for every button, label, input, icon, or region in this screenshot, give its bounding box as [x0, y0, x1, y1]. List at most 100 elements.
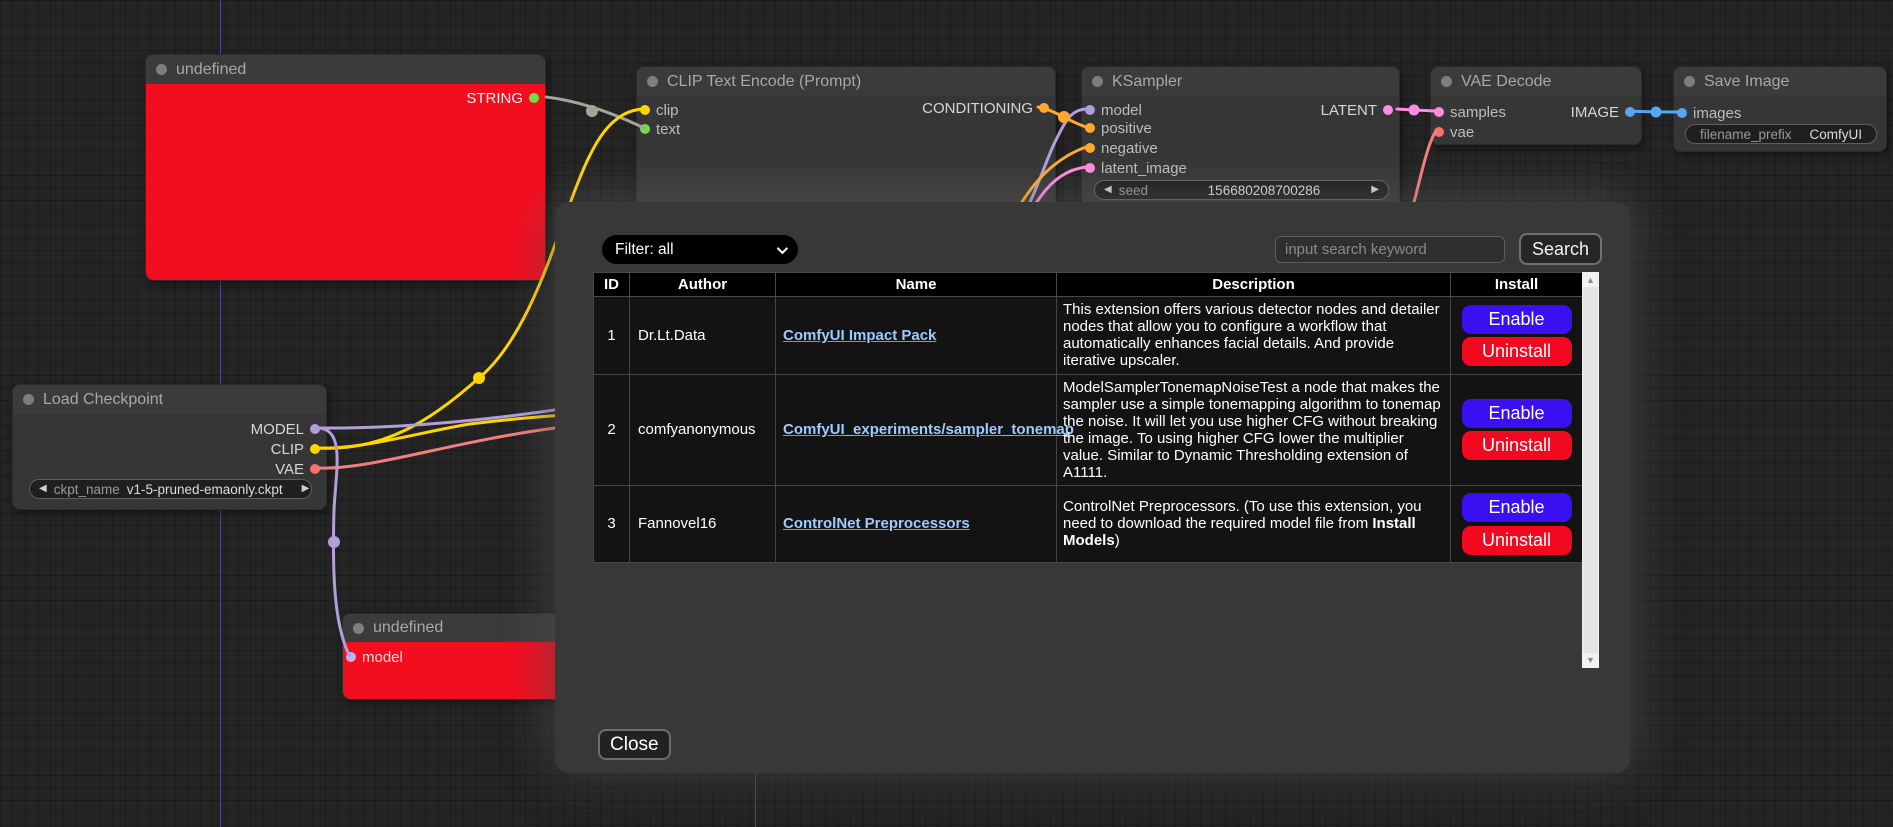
output-slot-label: VAE [275, 461, 304, 478]
ext-description: This extension offers various detector n… [1057, 297, 1451, 375]
table-header-row: ID Author Name Description Install [594, 273, 1583, 297]
reroute-dot [586, 105, 598, 117]
decrement-arrow-icon[interactable]: ◀ [1104, 185, 1112, 195]
input-slot-model[interactable] [346, 652, 356, 662]
col-header-author: Author [630, 273, 776, 297]
output-slot-label: IMAGE [1571, 104, 1619, 121]
output-slot-latent[interactable] [1383, 105, 1393, 115]
col-header-id: ID [594, 273, 630, 297]
node-save-image[interactable]: Save Image images filename_prefix ComfyU… [1673, 66, 1887, 152]
input-slot-images[interactable] [1677, 108, 1687, 118]
node-vae-decode[interactable]: VAE Decode samples vae IMAGE [1430, 66, 1642, 145]
extension-table: ID Author Name Description Install 1 Dr.… [593, 272, 1583, 563]
node-title-bar: VAE Decode [1431, 67, 1641, 96]
table-row: 2 comfyanonymous ComfyUI_experiments/sam… [594, 374, 1583, 485]
input-slot-samples[interactable] [1434, 107, 1444, 117]
enable-button[interactable]: Enable [1462, 493, 1572, 522]
uninstall-button[interactable]: Uninstall [1462, 526, 1572, 555]
scrollbar-thumb[interactable] [1583, 287, 1598, 653]
output-slot-string[interactable] [529, 93, 539, 103]
ext-author: Dr.Lt.Data [630, 297, 776, 375]
wire-string [546, 97, 644, 128]
ext-name-link[interactable]: ControlNet Preprocessors [783, 515, 970, 532]
col-header-name: Name [776, 273, 1057, 297]
output-slot-label: STRING [466, 90, 523, 107]
ext-id: 2 [594, 374, 630, 485]
collapse-dot-icon[interactable] [353, 623, 364, 634]
input-slot-model[interactable] [1085, 105, 1095, 115]
next-arrow-icon[interactable]: ▶ [302, 484, 310, 494]
seed-value: 156680208700286 [1208, 183, 1321, 198]
reroute-dot [1409, 105, 1420, 116]
uninstall-button[interactable]: Uninstall [1462, 431, 1572, 460]
output-slot-model[interactable] [310, 424, 320, 434]
node-title-bar: Load Checkpoint [13, 385, 326, 414]
table-row: 1 Dr.Lt.Data ComfyUI Impact Pack This ex… [594, 297, 1583, 375]
filename-prefix-widget[interactable]: filename_prefix ComfyUI [1685, 124, 1877, 144]
input-slot-text[interactable] [640, 124, 650, 134]
enable-button[interactable]: Enable [1462, 305, 1572, 334]
ext-name-link[interactable]: ComfyUI_experiments/sampler_tonemap [783, 421, 1074, 438]
output-slot-vae[interactable] [310, 464, 320, 474]
scroll-up-icon[interactable]: ▲ [1582, 273, 1599, 287]
ext-id: 1 [594, 297, 630, 375]
node-body-error: STRING [146, 84, 545, 280]
output-slot-label: CLIP [271, 441, 304, 458]
output-slot-image[interactable] [1625, 107, 1635, 117]
node-title-bar: undefined [146, 55, 545, 84]
ckpt-name-widget[interactable]: ◀ ckpt_name v1-5-pruned-emaonly.ckpt ▶ [29, 479, 312, 499]
reroute-dot [1651, 107, 1662, 118]
collapse-dot-icon[interactable] [1092, 76, 1103, 87]
col-header-description: Description [1057, 273, 1451, 297]
scroll-down-icon[interactable]: ▼ [1582, 653, 1599, 667]
reroute-dot [473, 372, 485, 384]
node-title-bar: KSampler [1082, 67, 1399, 96]
node-body-error: model [343, 642, 581, 699]
input-slot-positive[interactable] [1085, 123, 1095, 133]
increment-arrow-icon[interactable]: ▶ [1371, 185, 1379, 195]
enable-button[interactable]: Enable [1462, 399, 1572, 428]
search-button[interactable]: Search [1519, 233, 1602, 265]
node-title-bar: CLIP Text Encode (Prompt) [637, 67, 1055, 96]
node-title: undefined [176, 61, 246, 79]
prev-arrow-icon[interactable]: ◀ [39, 484, 47, 494]
node-title: undefined [373, 619, 443, 637]
node-graph-canvas[interactable]: undefined STRING CLIP Text Encode (Promp… [0, 0, 1893, 827]
reroute-dot [1058, 111, 1070, 123]
ext-description: ControlNet Preprocessors. (To use this e… [1057, 485, 1451, 563]
output-slot-clip[interactable] [310, 444, 320, 454]
collapse-dot-icon[interactable] [1684, 76, 1695, 87]
filter-select-value: Filter: all [615, 241, 674, 259]
chevron-down-icon [777, 242, 788, 253]
input-slot-negative[interactable] [1085, 143, 1095, 153]
custom-nodes-manager-dialog: Filter: all Search ID Author Name Descri… [555, 202, 1630, 773]
node-ksampler[interactable]: KSampler model positive negative latent_… [1081, 66, 1400, 210]
collapse-dot-icon[interactable] [1441, 76, 1452, 87]
node-title: KSampler [1112, 73, 1182, 91]
output-slot-label: LATENT [1321, 102, 1377, 119]
collapse-dot-icon[interactable] [23, 394, 34, 405]
table-row: 3 Fannovel16 ControlNet Preprocessors Co… [594, 485, 1583, 563]
filter-select[interactable]: Filter: all [602, 235, 798, 264]
output-slot-conditioning[interactable] [1039, 103, 1049, 113]
ext-name-link[interactable]: ComfyUI Impact Pack [783, 327, 936, 344]
input-slot-clip[interactable] [640, 105, 650, 115]
node-load-checkpoint[interactable]: Load Checkpoint MODEL CLIP VAE ◀ ckpt_na… [12, 384, 327, 510]
search-input[interactable] [1275, 236, 1505, 263]
reroute-dot [328, 536, 340, 548]
collapse-dot-icon[interactable] [647, 76, 658, 87]
collapse-dot-icon[interactable] [156, 64, 167, 75]
seed-widget[interactable]: ◀ seed 156680208700286 ▶ [1094, 180, 1389, 200]
input-slot-latent-image[interactable] [1085, 163, 1095, 173]
ext-description: ModelSamplerTonemapNoiseTest a node that… [1057, 374, 1451, 485]
node-undefined-top[interactable]: undefined STRING [145, 54, 546, 281]
uninstall-button[interactable]: Uninstall [1462, 337, 1572, 366]
close-button[interactable]: Close [598, 729, 671, 760]
node-title: Load Checkpoint [43, 391, 163, 409]
node-undefined-bottom[interactable]: undefined model [342, 613, 582, 700]
output-slot-label: CONDITIONING [922, 100, 1033, 117]
node-title: CLIP Text Encode (Prompt) [667, 73, 861, 91]
input-slot-vae[interactable] [1434, 127, 1444, 137]
node-title: Save Image [1704, 73, 1789, 91]
vertical-scrollbar[interactable]: ▲ ▼ [1582, 272, 1599, 668]
